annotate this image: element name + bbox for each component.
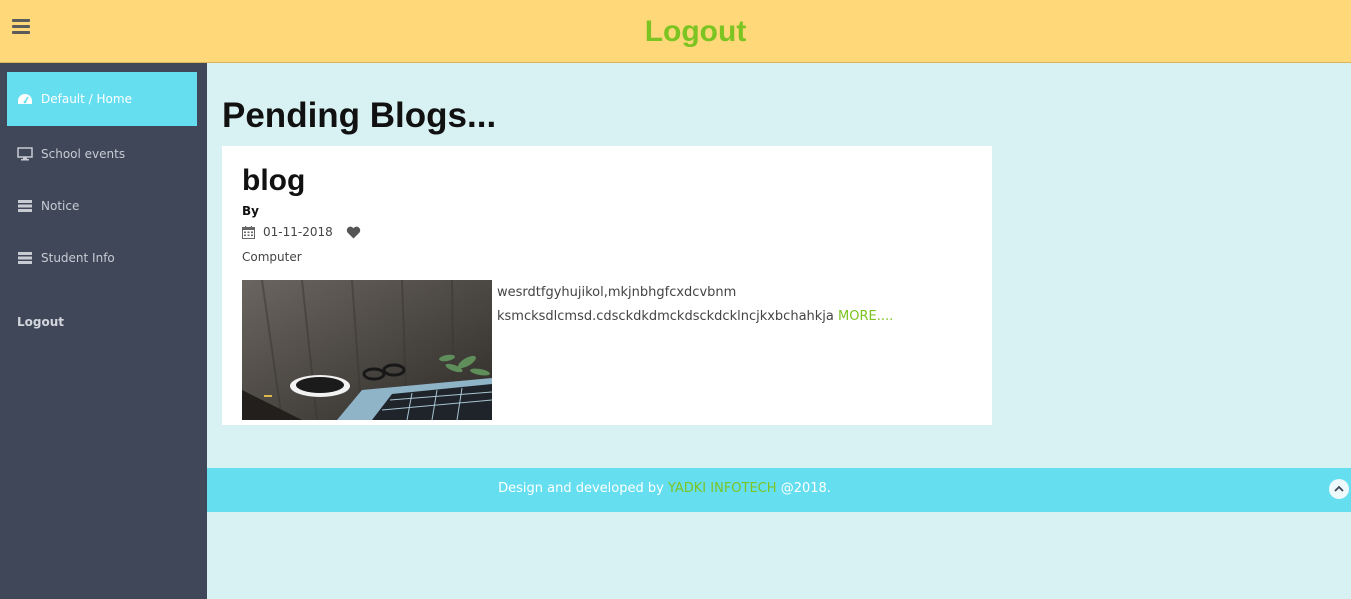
blog-excerpt: wesrdtfgyhujikol,mkjnbhgfcxdcvbnm ksmcks…: [497, 281, 977, 329]
list-icon: [18, 252, 32, 264]
sidebar: Default / Home School events Notice Stud…: [0, 63, 207, 599]
sidebar-logout-link[interactable]: Logout: [17, 315, 64, 329]
blog-meta: 01-11-2018: [242, 225, 361, 239]
page-title: Pending Blogs...: [222, 96, 497, 135]
sidebar-item-label: Notice: [41, 199, 80, 213]
blog-card: blog By 01-11-2018 Computer wesrdtfgyhuj…: [222, 146, 992, 425]
footer-brand-link[interactable]: YADKI INFOTECH: [668, 481, 777, 496]
calendar-icon: [242, 225, 255, 239]
more-link[interactable]: MORE....: [838, 309, 893, 324]
scroll-to-top-button[interactable]: [1329, 479, 1349, 499]
monitor-icon: [17, 147, 33, 161]
footer-prefix: Design and developed by: [498, 481, 664, 496]
footer-text: Design and developed by YADKI INFOTECH @…: [207, 481, 1122, 496]
blog-date: 01-11-2018: [263, 225, 333, 239]
sidebar-item-label: Student Info: [41, 251, 115, 265]
heart-icon[interactable]: [346, 226, 361, 239]
sidebar-item-notice[interactable]: Notice: [7, 179, 197, 233]
blog-excerpt-text: ksmcksdlcmsd.cdsckdkdmckdsckdcklncjkxbch…: [497, 309, 834, 324]
top-logout-title[interactable]: Logout: [0, 15, 1351, 49]
blog-author: By: [242, 204, 259, 218]
blog-excerpt-line1: wesrdtfgyhujikol,mkjnbhgfcxdcvbnm: [497, 285, 737, 300]
top-bar: Logout: [0, 0, 1351, 63]
footer-suffix: @2018.: [780, 481, 831, 496]
footer: Design and developed by YADKI INFOTECH @…: [207, 468, 1351, 512]
sidebar-item-label: Default / Home: [41, 92, 132, 106]
blog-category: Computer: [242, 250, 302, 264]
sidebar-item-home[interactable]: Default / Home: [7, 72, 197, 126]
blog-title[interactable]: blog: [242, 164, 305, 198]
dashboard-icon: [18, 94, 32, 104]
chevron-up-icon: [1334, 485, 1344, 492]
list-icon: [18, 200, 32, 212]
blog-thumbnail[interactable]: [242, 280, 492, 420]
blog-excerpt-line2: ksmcksdlcmsd.cdsckdkdmckdsckdcklncjkxbch…: [497, 305, 977, 329]
sidebar-item-label: School events: [41, 147, 126, 161]
sidebar-item-student-info[interactable]: Student Info: [7, 231, 197, 285]
sidebar-item-school-events[interactable]: School events: [7, 127, 197, 181]
